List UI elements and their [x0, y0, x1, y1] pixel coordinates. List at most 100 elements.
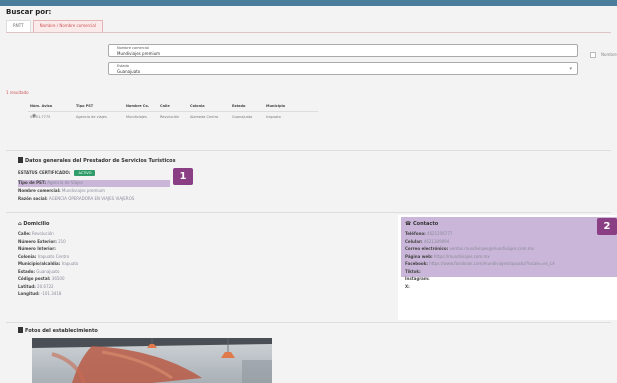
column-header: Calle — [160, 103, 170, 108]
name-input-label: Nombre comercial — [117, 46, 150, 50]
address-title: Domicilio — [23, 221, 50, 227]
general-field-nombre: Nombre comercial: Mundiviajes premium — [18, 188, 105, 193]
address-heading: ⌂ Domicilio — [18, 221, 49, 227]
field-value: Guanajuato — [36, 268, 60, 274]
field-key: Correo electrónico: — [405, 246, 449, 251]
field-key: X: — [405, 283, 410, 289]
field-key: Instagram: — [405, 276, 430, 281]
table-cell: Guanajuato — [232, 115, 253, 119]
field-key: Municipio/alcaldía: — [18, 261, 61, 266]
general-field-razon: Razón social: AGENCIA OPERADORA EN VIAJE… — [18, 196, 134, 201]
field-key: Número Interior: — [18, 246, 56, 251]
field-value: 4621309994 — [423, 238, 450, 244]
top-bar — [0, 0, 617, 6]
general-field-tipo: Tipo de PST: Agencia de Viajes — [18, 180, 170, 187]
field-value: 4621256777 — [426, 231, 453, 236]
field-value: ventas.mundiviajes@mundiviajes.com.mx — [449, 246, 535, 251]
tab-nombre[interactable]: Nombre / Nombre comercial — [32, 20, 103, 32]
establishment-photo-image — [32, 338, 272, 383]
table-cell: Alameda Centro — [190, 115, 219, 119]
column-header: Estado — [232, 103, 246, 108]
field-value: AGENCIA OPERADORA EN VIAJES VIAJEROS — [48, 196, 135, 201]
establishment-photo[interactable] — [32, 338, 272, 383]
document-icon — [18, 157, 23, 163]
address-field: Número Exterior: 210 — [18, 239, 218, 247]
table-row[interactable]: 04-01-7775 Agencia de viajes Mundiviajes… — [28, 111, 318, 122]
phone-icon: ☎ — [405, 221, 412, 227]
column-header: Colonia — [190, 103, 205, 108]
address-field: Longitud: -101.3418 — [18, 291, 218, 299]
address-field: Estado: Guanajuato — [18, 269, 218, 277]
column-header: Tipo PST — [76, 103, 94, 108]
page-title: Buscar por: — [6, 8, 52, 16]
table-header: Núm. Aviso Tipo PST Nombre Co. Calle Col… — [28, 100, 318, 111]
column-header: Núm. Aviso — [30, 103, 53, 108]
field-key: Colonia: — [18, 253, 37, 259]
state-select-value: Guanajuato — [117, 69, 141, 74]
results-table: Núm. Aviso Tipo PST Nombre Co. Calle Col… — [28, 100, 318, 122]
contact-fields: Teléfono: 4621256777 Celular: 4621309994… — [405, 231, 615, 291]
field-value: Irapuato — [61, 261, 79, 266]
contact-field: X: — [405, 284, 615, 292]
field-key: Teléfono: — [405, 231, 426, 236]
tab-rntt[interactable]: RNTT — [6, 20, 31, 32]
status-row: ESTATUS CERTIFICADO: ACTIVO — [18, 170, 96, 176]
table-cell: Irapuato — [266, 115, 281, 119]
contact-field: Tiktok: — [405, 269, 615, 277]
address-fields: Calle: Revolución Número Exterior: 210 N… — [18, 231, 218, 299]
field-key: Facebook: — [405, 261, 428, 266]
contact-field: Página web: https://mundiviajes.com.mx — [405, 254, 615, 262]
contact-heading: ☎ Contacto — [405, 221, 438, 227]
field-value: Mundiviajes premium — [61, 188, 105, 193]
address-field: Calle: Revolución — [18, 231, 218, 239]
field-value: Revolución — [31, 231, 54, 236]
status-badge: ACTIVO — [74, 170, 96, 176]
column-header: Nombre Co. — [126, 103, 150, 108]
field-value: Agencia de Viajes — [47, 180, 83, 185]
contact-field: Teléfono: 4621256777 — [405, 231, 615, 239]
address-field: Latitud: 20.6722 — [18, 284, 218, 292]
field-key: Nombre comercial: — [18, 188, 61, 193]
section-divider — [6, 212, 611, 213]
name-input-value: Mundiviajes premium — [117, 51, 161, 56]
table-cell: Agencia de viajes — [76, 115, 107, 119]
field-key: Tipo de PST: — [18, 180, 46, 185]
address-field: Número Interior: — [18, 246, 218, 254]
chevron-down-icon: ▾ — [569, 66, 572, 72]
field-key: Página web: — [405, 253, 433, 259]
contact-field: Correo electrónico: ventas.mundiviajes@m… — [405, 246, 615, 254]
photos-heading: Fotos del establecimiento — [18, 327, 98, 334]
contact-field: Instagram: — [405, 276, 615, 284]
name-input[interactable]: Nombre comercial Mundiviajes premium — [108, 44, 578, 57]
photos-title: Fotos del establecimiento — [25, 328, 98, 334]
state-select[interactable]: Estado Guanajuato ▾ — [108, 62, 578, 75]
field-key: Longitud: — [18, 291, 40, 296]
tab-divider — [6, 32, 611, 33]
field-key: Calle: — [18, 231, 31, 236]
view-details-icon[interactable]: ◉ — [32, 113, 36, 119]
field-value: -101.3418 — [40, 291, 62, 296]
search-tabs: RNTT Nombre / Nombre comercial — [6, 20, 103, 32]
field-key: Latitud: — [18, 283, 36, 289]
field-key: Estado: — [18, 268, 35, 274]
contact-field: Facebook: https://www.facebook.com/mundi… — [405, 261, 615, 269]
address-field: Código postal: 36500 — [18, 276, 218, 284]
column-header: Municipio — [266, 103, 286, 108]
field-key: Razón social: — [18, 196, 48, 201]
section-divider — [6, 322, 611, 323]
callout-badge-1: 1 — [173, 168, 193, 185]
field-value: Irapuato Centro — [37, 253, 70, 259]
field-key: Número Exterior: — [18, 238, 57, 244]
search-option-label: Nombre — [601, 52, 617, 57]
search-option-checkbox[interactable] — [590, 52, 596, 58]
field-key: Tiktok: — [405, 268, 421, 274]
general-data-title: Datos generales del Prestador de Servici… — [25, 158, 176, 164]
contact-field: Celular: 4621309994 — [405, 239, 615, 247]
field-value: 36500 — [51, 276, 65, 281]
section-divider — [6, 150, 611, 151]
address-field: Municipio/alcaldía: Irapuato — [18, 261, 218, 269]
field-value: https://www.facebook.com/mundiviajesirap… — [429, 261, 555, 266]
home-icon: ⌂ — [18, 221, 22, 227]
image-icon — [18, 327, 23, 333]
field-key: Celular: — [405, 238, 423, 244]
